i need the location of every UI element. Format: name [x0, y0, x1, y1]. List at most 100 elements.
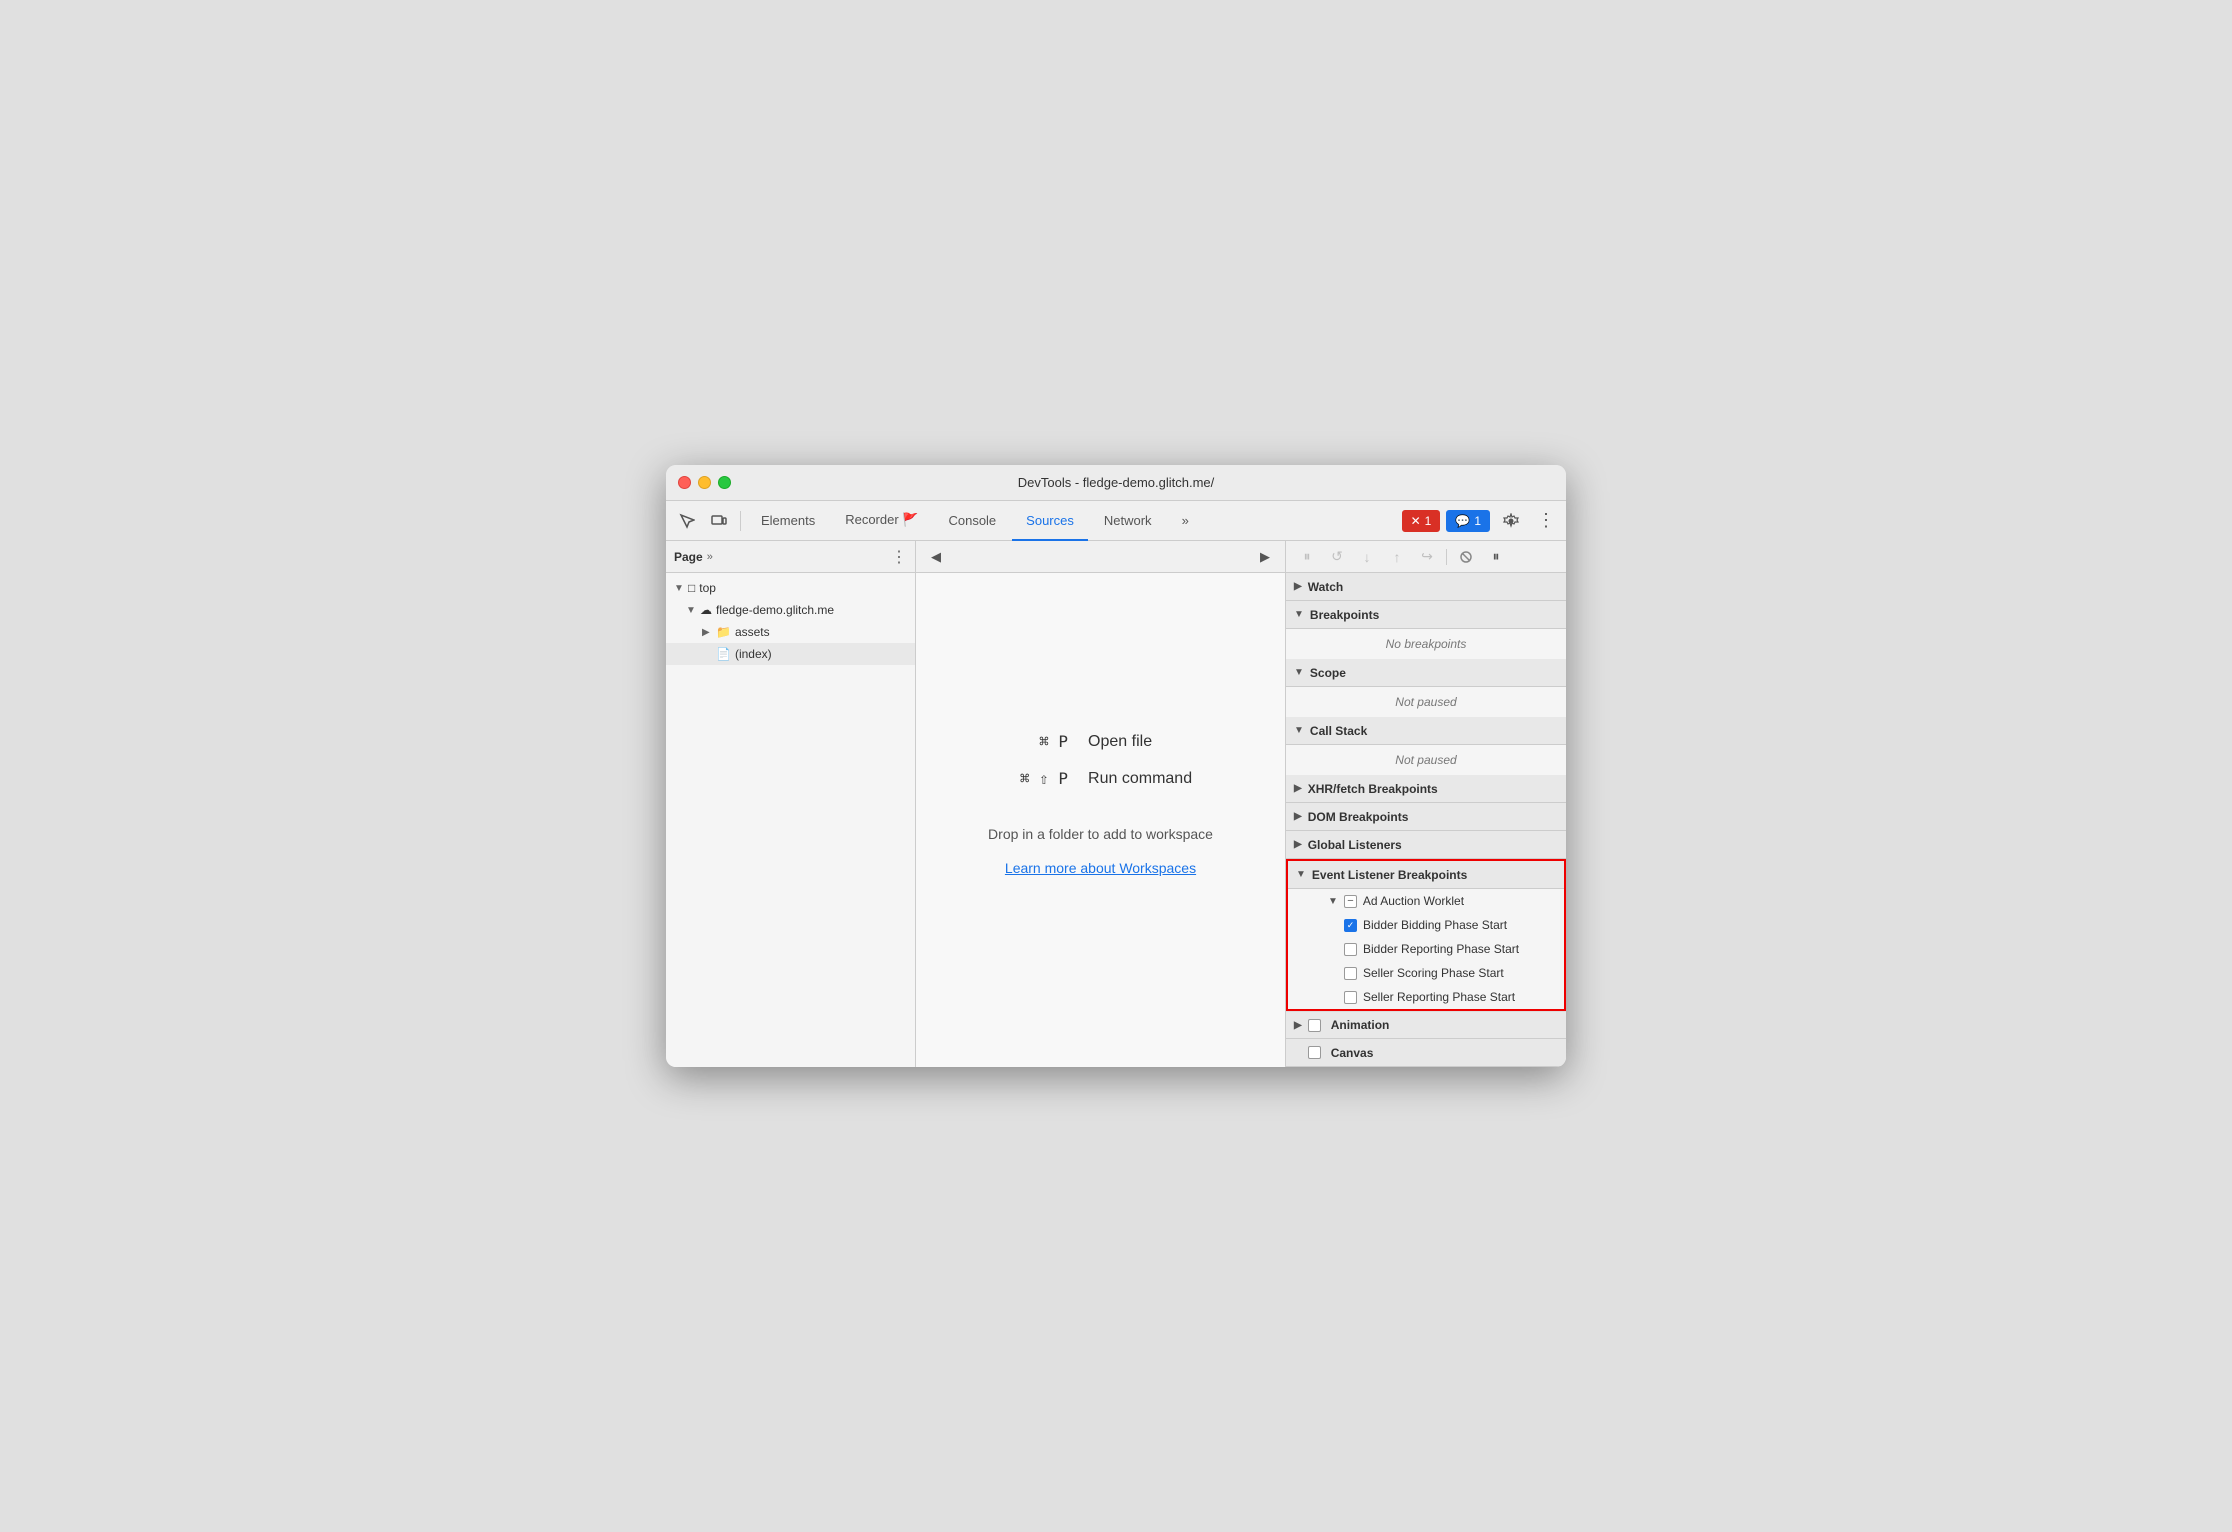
- file-tree: ▼ □ top ▼ ☁ fledge-demo.glitch.me ▶ 📁 as…: [666, 573, 915, 1067]
- step-over-icon[interactable]: ↺: [1324, 544, 1350, 570]
- canvas-checkbox[interactable]: [1308, 1046, 1321, 1059]
- tree-item-domain[interactable]: ▼ ☁ fledge-demo.glitch.me: [666, 599, 915, 621]
- tree-item-index[interactable]: ▶ 📄 (index): [666, 643, 915, 665]
- global-listeners-section-header[interactable]: ▶ Global Listeners: [1286, 831, 1566, 859]
- call-stack-label: Call Stack: [1310, 724, 1367, 738]
- maximize-button[interactable]: [718, 476, 731, 489]
- call-stack-body: Not paused: [1286, 745, 1566, 775]
- arrow-down-icon-2: ▼: [686, 605, 696, 616]
- titlebar: DevTools - fledge-demo.glitch.me/: [666, 465, 1566, 501]
- tree-item-top[interactable]: ▼ □ top: [666, 577, 915, 599]
- call-stack-arrow-icon: ▼: [1294, 725, 1304, 736]
- step-icon[interactable]: ↪: [1414, 544, 1440, 570]
- tab-network[interactable]: Network: [1090, 501, 1166, 541]
- minimize-button[interactable]: [698, 476, 711, 489]
- middle-panel: ◀ ▶ ⌘ P Open file ⌘ ⇧ P Run command Drop…: [916, 541, 1286, 1067]
- device-toggle-icon[interactable]: [704, 507, 734, 535]
- shortcut-run-command: ⌘ ⇧ P Run command: [988, 769, 1213, 788]
- sidebar-toggle-icon[interactable]: ◀: [924, 545, 948, 569]
- more-options-icon[interactable]: ⋮: [1532, 507, 1560, 535]
- left-panel: Page » ⋮ ▼ □ top ▼ ☁ fledge-demo.glitch.…: [666, 541, 916, 1067]
- event-listener-breakpoints-highlighted: ▼ Event Listener Breakpoints ▼ Ad Auctio…: [1286, 859, 1566, 1011]
- seller-scoring-checkbox[interactable]: [1344, 967, 1357, 980]
- ad-auction-minus-checkbox[interactable]: [1344, 895, 1357, 908]
- inspect-icon[interactable]: [672, 507, 702, 535]
- arrow-right-icon: ▶: [702, 627, 712, 638]
- bidder-reporting-phase-start-row: Bidder Reporting Phase Start: [1288, 937, 1564, 961]
- animation-checkbox[interactable]: [1308, 1019, 1321, 1032]
- run-command-label: Run command: [1088, 770, 1192, 788]
- xhr-arrow-icon: ▶: [1294, 783, 1302, 794]
- event-listener-label: Event Listener Breakpoints: [1312, 868, 1467, 882]
- bidder-reporting-checkbox[interactable]: [1344, 943, 1357, 956]
- run-snippet-icon[interactable]: ▶: [1253, 545, 1277, 569]
- toolbar-right: ✕ 1 💬 1 ⋮: [1402, 507, 1560, 535]
- toolbar-separator-1: [740, 511, 741, 531]
- arrow-down-icon: ▼: [674, 583, 684, 594]
- tab-elements[interactable]: Elements: [747, 501, 829, 541]
- tree-item-assets[interactable]: ▶ 📁 assets: [666, 621, 915, 643]
- workspace-link[interactable]: Learn more about Workspaces: [1005, 860, 1196, 876]
- run-command-key: ⌘ ⇧ P: [988, 769, 1068, 788]
- dom-arrow-icon: ▶: [1294, 811, 1302, 822]
- ad-auction-worklet-label: Ad Auction Worklet: [1363, 894, 1464, 908]
- debug-sep: [1446, 549, 1447, 565]
- error-icon: ✕: [1411, 514, 1421, 528]
- canvas-section-header[interactable]: ▶ Canvas: [1286, 1039, 1566, 1067]
- bidder-reporting-label: Bidder Reporting Phase Start: [1363, 942, 1519, 956]
- breakpoints-section-header[interactable]: ▼ Breakpoints: [1286, 601, 1566, 629]
- step-into-icon[interactable]: ↓: [1354, 544, 1380, 570]
- scope-section-header[interactable]: ▼ Scope: [1286, 659, 1566, 687]
- errors-badge[interactable]: ✕ 1: [1402, 510, 1441, 532]
- tab-more[interactable]: »: [1168, 501, 1203, 541]
- breakpoints-arrow-icon: ▼: [1294, 609, 1304, 620]
- devtools-window: DevTools - fledge-demo.glitch.me/ Elemen…: [666, 465, 1566, 1067]
- seller-scoring-label: Seller Scoring Phase Start: [1363, 966, 1504, 980]
- right-panel: ⏸ ↺ ↓ ↑ ↪ ⏸ ▶ Watch: [1286, 541, 1566, 1067]
- scope-body: Not paused: [1286, 687, 1566, 717]
- call-stack-section-header[interactable]: ▼ Call Stack: [1286, 717, 1566, 745]
- shortcut-open-file: ⌘ P Open file: [988, 732, 1213, 751]
- content-area: Page » ⋮ ▼ □ top ▼ ☁ fledge-demo.glitch.…: [666, 541, 1566, 1067]
- ad-auction-arrow-icon: ▼: [1328, 896, 1338, 907]
- message-icon: 💬: [1455, 514, 1470, 528]
- watch-section-header[interactable]: ▶ Watch: [1286, 573, 1566, 601]
- global-arrow-icon: ▶: [1294, 839, 1302, 850]
- scope-arrow-icon: ▼: [1294, 667, 1304, 678]
- welcome-content: ⌘ P Open file ⌘ ⇧ P Run command Drop in …: [988, 732, 1213, 876]
- seller-reporting-checkbox[interactable]: [1344, 991, 1357, 1004]
- breakpoints-label: Breakpoints: [1310, 608, 1379, 622]
- scope-not-paused-text: Not paused: [1395, 695, 1456, 709]
- bidder-bidding-label: Bidder Bidding Phase Start: [1363, 918, 1507, 932]
- pause-icon[interactable]: ⏸: [1294, 544, 1320, 570]
- close-button[interactable]: [678, 476, 691, 489]
- traffic-lights: [678, 476, 731, 489]
- tab-sources[interactable]: Sources: [1012, 501, 1088, 541]
- tab-recorder[interactable]: Recorder 🚩: [831, 501, 932, 541]
- animation-section-header[interactable]: ▶ Animation: [1286, 1011, 1566, 1039]
- settings-icon[interactable]: [1496, 507, 1526, 535]
- event-listener-section-header[interactable]: ▼ Event Listener Breakpoints: [1288, 861, 1564, 889]
- panel-menu-icon[interactable]: ⋮: [891, 547, 907, 567]
- debugger-toolbar: ⏸ ↺ ↓ ↑ ↪ ⏸: [1286, 541, 1566, 573]
- bidder-bidding-checkbox[interactable]: [1344, 919, 1357, 932]
- messages-badge[interactable]: 💬 1: [1446, 510, 1490, 532]
- watch-label: Watch: [1308, 580, 1344, 594]
- tab-console[interactable]: Console: [934, 501, 1010, 541]
- step-out-icon[interactable]: ↑: [1384, 544, 1410, 570]
- pause-on-exceptions-icon[interactable]: ⏸: [1483, 544, 1509, 570]
- dom-section-header[interactable]: ▶ DOM Breakpoints: [1286, 803, 1566, 831]
- breakpoints-body: No breakpoints: [1286, 629, 1566, 659]
- folder-icon: □: [688, 581, 695, 595]
- deactivate-breakpoints-icon[interactable]: [1453, 544, 1479, 570]
- ad-auction-worklet-row[interactable]: ▼ Ad Auction Worklet: [1288, 889, 1564, 913]
- page-label: Page: [674, 550, 703, 564]
- bidder-bidding-phase-start-row: Bidder Bidding Phase Start: [1288, 913, 1564, 937]
- editor-toolbar: ◀ ▶: [916, 541, 1285, 573]
- call-stack-not-paused-text: Not paused: [1395, 753, 1456, 767]
- xhr-section-header[interactable]: ▶ XHR/fetch Breakpoints: [1286, 775, 1566, 803]
- animation-label: Animation: [1331, 1018, 1390, 1032]
- seller-scoring-phase-start-row: Seller Scoring Phase Start: [1288, 961, 1564, 985]
- folder-icon-assets: 📁: [716, 625, 731, 639]
- window-title: DevTools - fledge-demo.glitch.me/: [1018, 475, 1215, 490]
